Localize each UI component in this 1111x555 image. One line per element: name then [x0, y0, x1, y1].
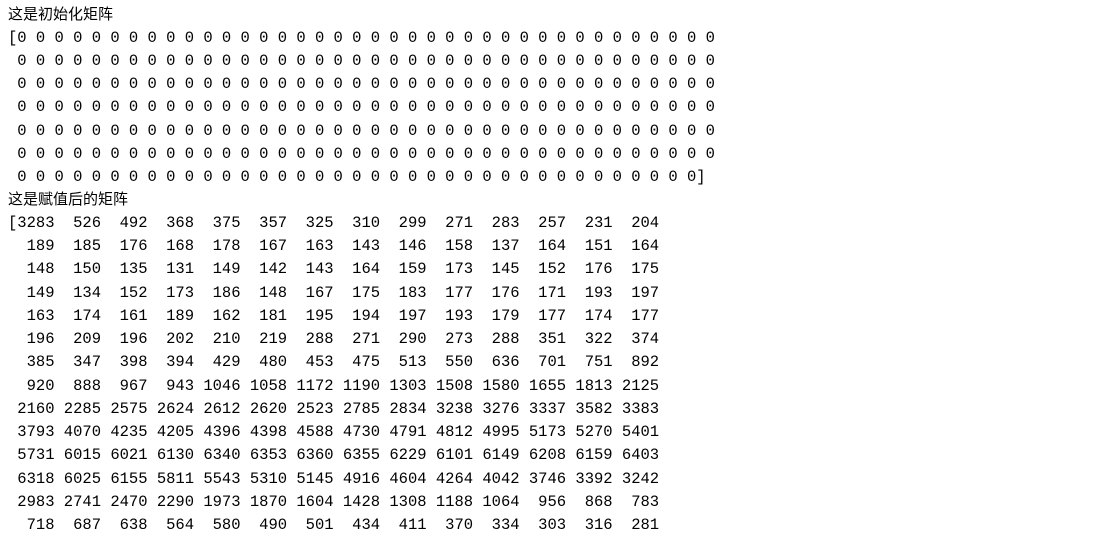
assigned-matrix-output: [3283 526 492 368 375 357 325 310 299 27…: [8, 212, 1103, 538]
assigned-matrix-label: 这是赋值后的矩阵: [8, 189, 1103, 212]
init-matrix-output: [0 0 0 0 0 0 0 0 0 0 0 0 0 0 0 0 0 0 0 0…: [8, 27, 1103, 190]
init-matrix-label: 这是初始化矩阵: [8, 4, 1103, 27]
